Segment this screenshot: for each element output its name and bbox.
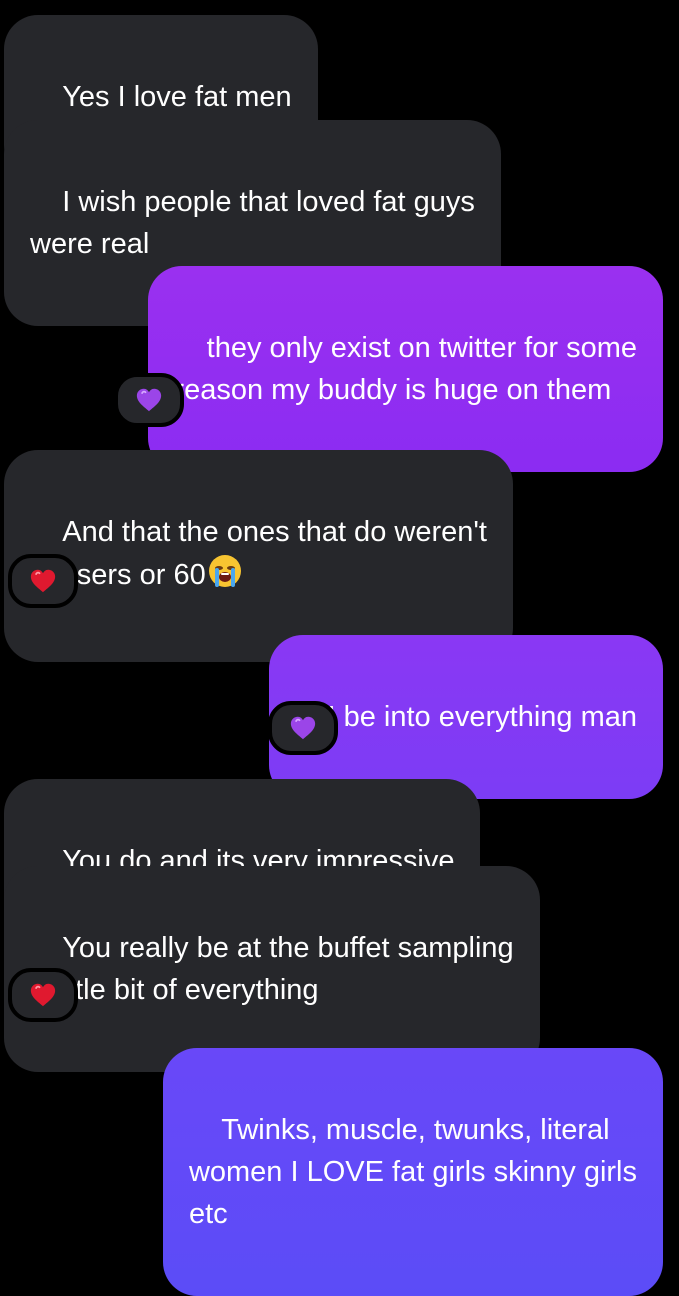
message-bubble-outgoing[interactable]: they only exist on twitter for some reas… [148,266,663,472]
reaction-red-heart[interactable] [8,968,78,1022]
purple-heart-icon [136,388,162,412]
reaction-purple-heart[interactable] [268,701,338,755]
message-text: Twinks, muscle, twunks, literal women I … [188,1114,637,1230]
message-bubble-incoming[interactable]: And that the ones that do weren't chaser… [4,450,513,662]
message-text: And that the ones that do weren't chaser… [30,516,487,591]
red-heart-icon [30,569,56,593]
message-text: You really be at the buffet sampling a l… [30,932,514,1006]
reaction-purple-heart[interactable] [114,373,184,427]
purple-heart-icon [290,716,316,740]
message-text: Yes I love fat men [62,81,292,113]
reaction-red-heart[interactable] [8,554,78,608]
message-text: I be into everything man [327,701,637,733]
message-bubble-outgoing[interactable]: Twinks, muscle, twunks, literal women I … [162,1048,663,1296]
message-text: they only exist on twitter for some reas… [174,332,637,406]
message-text: I wish people that loved fat guys were r… [30,186,475,260]
loudly-crying-face-icon [207,553,243,601]
message-bubble-incoming[interactable]: You really be at the buffet sampling a l… [4,866,540,1072]
message-thread: Yes I love fat men I wish people that lo… [0,0,679,1296]
red-heart-icon [30,983,56,1007]
